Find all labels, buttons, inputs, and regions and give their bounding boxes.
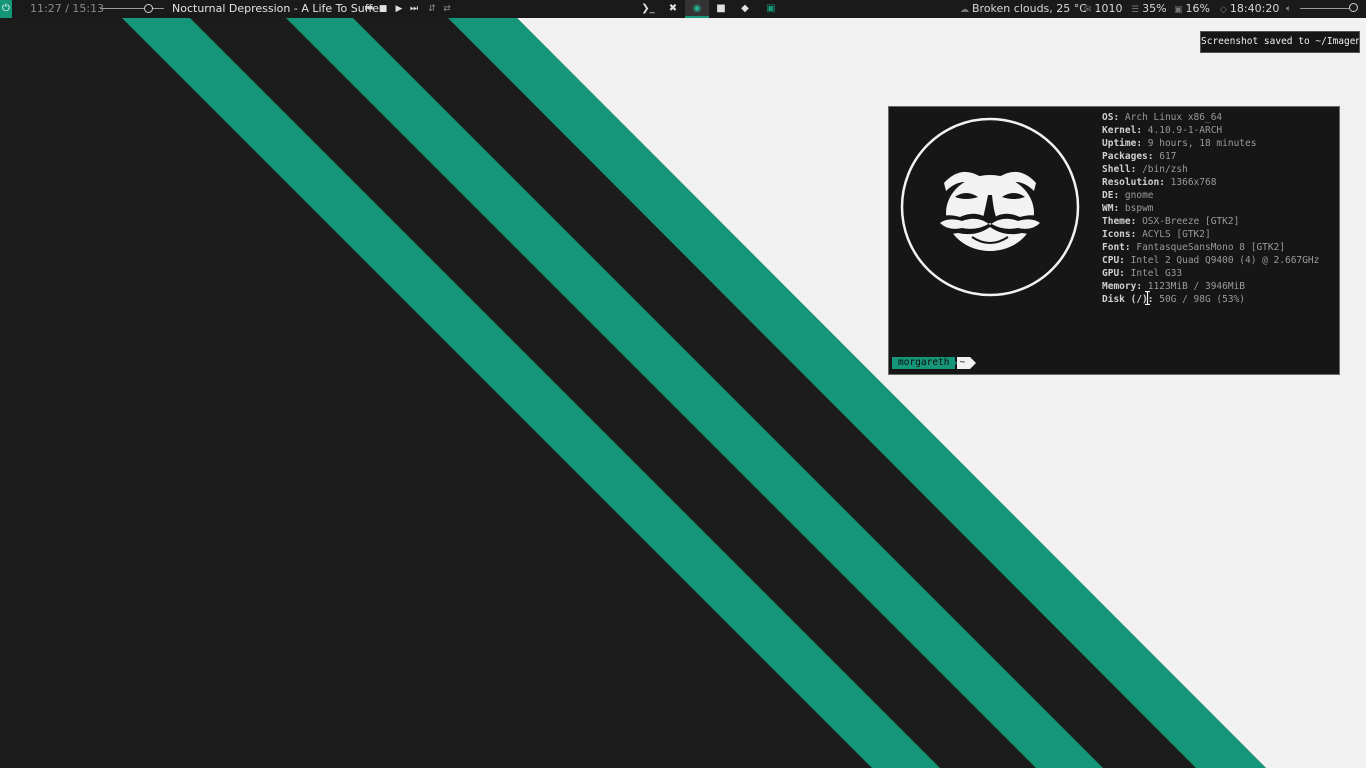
info-row: Shell: /bin/zsh xyxy=(1102,163,1319,176)
terminal-window[interactable]: OS: Arch Linux x86_64 Kernel: 4.10.9-1-A… xyxy=(888,106,1340,375)
info-row: GPU: Intel G33 xyxy=(1102,267,1319,280)
fsociety-mask-icon xyxy=(900,117,1080,297)
info-value: 9 hours, 18 minutes xyxy=(1147,138,1257,149)
info-value: 617 xyxy=(1159,151,1177,162)
info-value: ACYLS [GTK2] xyxy=(1142,229,1211,240)
info-row: Memory: 1123MiB / 3946MiB xyxy=(1102,280,1319,293)
text-cursor-icon xyxy=(1145,291,1150,305)
seek-knob[interactable] xyxy=(144,4,153,13)
info-key: WM: xyxy=(1102,203,1120,214)
info-row: Packages: 617 xyxy=(1102,150,1319,163)
info-row: DE: gnome xyxy=(1102,189,1319,202)
screenshot-notification[interactable]: Screenshot saved to ~/Imagens xyxy=(1200,31,1360,53)
ram-usage: 35% xyxy=(1142,2,1167,15)
prompt-user: morgareth xyxy=(892,357,956,369)
info-row: Kernel: 4.10.9-1-ARCH xyxy=(1102,124,1319,137)
shell-prompt[interactable]: morgareth ~ xyxy=(892,357,977,369)
workspace-terminal-icon[interactable]: ❯_ xyxy=(636,0,660,18)
seek-slider[interactable] xyxy=(100,4,164,13)
cloud-icon: ☁ xyxy=(960,5,969,15)
info-key: Memory: xyxy=(1102,281,1143,292)
info-key: GPU: xyxy=(1102,268,1125,279)
info-key: Uptime: xyxy=(1102,138,1143,149)
volume-knob[interactable] xyxy=(1349,3,1358,12)
info-key: Kernel: xyxy=(1102,125,1143,136)
info-row: WM: bspwm xyxy=(1102,202,1319,215)
mail-icon: ✉ xyxy=(1084,5,1092,15)
cpu-icon: ▣ xyxy=(1174,5,1183,15)
info-key: CPU: xyxy=(1102,255,1125,266)
memory-icon: ☰ xyxy=(1131,5,1140,15)
info-row: Theme: OSX-Breeze [GTK2] xyxy=(1102,215,1319,228)
cpu-widget: ▣ 16% xyxy=(1174,0,1210,18)
info-row: OS: Arch Linux x86_64 xyxy=(1102,111,1319,124)
workspace-github-cat-icon[interactable]: ◉ xyxy=(685,0,709,18)
cpu-usage: 16% xyxy=(1185,2,1210,15)
info-value: OSX-Breeze [GTK2] xyxy=(1142,216,1240,227)
info-row: Uptime: 9 hours, 18 minutes xyxy=(1102,137,1319,150)
workspace-grid-app-icon[interactable]: ▣ xyxy=(759,0,783,18)
play-icon[interactable]: ▶ xyxy=(393,0,405,18)
info-row: CPU: Intel 2 Quad Q9400 (4) @ 2.667GHz xyxy=(1102,254,1319,267)
clock-time: 18:40:20 xyxy=(1229,2,1280,15)
next-icon[interactable]: ⏭ xyxy=(408,0,420,18)
info-key: Icons: xyxy=(1102,229,1137,240)
mail-widget[interactable]: ✉ 1010 xyxy=(1084,0,1123,18)
info-value: 50G / 98G (53%) xyxy=(1159,294,1246,305)
system-info-list: OS: Arch Linux x86_64 Kernel: 4.10.9-1-A… xyxy=(1102,111,1319,306)
volume-slider[interactable] xyxy=(1300,8,1354,9)
info-row: Font: FantasqueSansMono 8 [GTK2] xyxy=(1102,241,1319,254)
info-key: DE: xyxy=(1102,190,1120,201)
info-value: gnome xyxy=(1124,190,1154,201)
info-key: Theme: xyxy=(1102,216,1137,227)
stop-icon[interactable]: ■ xyxy=(377,0,389,18)
info-key: Resolution: xyxy=(1102,177,1165,188)
info-row: Disk (/): 50G / 98G (53%) xyxy=(1102,293,1319,306)
ram-widget: ☰ 35% xyxy=(1131,0,1167,18)
song-title[interactable]: Nocturnal Depression - A Life To Suffer xyxy=(172,0,384,18)
volume-icon[interactable]: 🔈︎ xyxy=(1286,0,1291,18)
info-key: Font: xyxy=(1102,242,1131,253)
info-value: 1123MiB / 3946MiB xyxy=(1147,281,1246,292)
info-row: Resolution: 1366x768 xyxy=(1102,176,1319,189)
info-value: /bin/zsh xyxy=(1142,164,1188,175)
weather-widget[interactable]: ☁ Broken clouds, 25 °C xyxy=(960,0,1087,18)
info-row: Icons: ACYLS [GTK2] xyxy=(1102,228,1319,241)
info-value: Intel G33 xyxy=(1130,268,1183,279)
info-key: Shell: xyxy=(1102,164,1137,175)
workspace-chat-bubble-icon[interactable]: ◆ xyxy=(733,0,757,18)
power-icon[interactable]: ⏻ xyxy=(0,0,12,18)
prompt-directory: ~ xyxy=(957,357,971,369)
prompt-end-arrow xyxy=(970,357,977,369)
info-value: 1366x768 xyxy=(1170,177,1217,188)
info-value: 4.10.9-1-ARCH xyxy=(1147,125,1223,136)
mail-count: 1010 xyxy=(1094,2,1123,15)
info-value: bspwm xyxy=(1124,203,1154,214)
top-panel: ⏻ 11:27 / 15:13 Nocturnal Depression - A… xyxy=(0,0,1366,18)
workspace-crossed-tools-icon[interactable]: ✖ xyxy=(661,0,685,18)
clock-widget[interactable]: ◇ 18:40:20 xyxy=(1220,0,1279,18)
info-value: FantasqueSansMono 8 [GTK2] xyxy=(1136,242,1286,253)
info-value: Arch Linux x86_64 xyxy=(1124,112,1223,123)
weather-text: Broken clouds, 25 °C xyxy=(972,2,1087,15)
info-key: Packages: xyxy=(1102,151,1154,162)
repeat-icon[interactable]: ⇵ xyxy=(426,0,438,18)
workspace-video-camera-icon[interactable]: ■ xyxy=(709,0,733,18)
previous-icon[interactable]: ⏮ xyxy=(363,0,375,18)
info-value: Intel 2 Quad Q9400 (4) @ 2.667GHz xyxy=(1130,255,1320,266)
track-time: 11:27 / 15:13 xyxy=(30,2,105,15)
clock-icon: ◇ xyxy=(1220,5,1227,15)
info-key: OS: xyxy=(1102,112,1120,123)
shuffle-icon[interactable]: ⇄ xyxy=(441,0,453,18)
